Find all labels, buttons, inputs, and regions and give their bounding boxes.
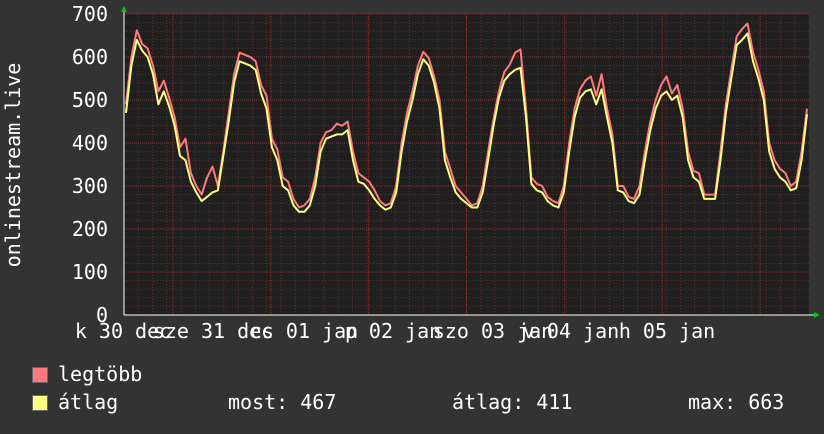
y-tick-label: 500 — [72, 88, 108, 112]
y-tick-label: 300 — [72, 174, 108, 198]
y-tick-label: 100 — [72, 260, 108, 284]
legend-swatch-avg — [32, 395, 48, 411]
stat-max: max: 663 — [688, 390, 785, 414]
y-tick-label: 600 — [72, 45, 108, 69]
stat-average: átlag: 411 — [452, 390, 573, 414]
x-axis-arrow-icon — [814, 312, 820, 318]
x-tick-label: v 04 jan — [523, 319, 619, 343]
stat-current: most: 467 — [228, 390, 337, 414]
legend-row-avg: átlag most: 467 átlag: 411 max: 663 — [32, 391, 802, 413]
y-axis-label: onlinestream.live — [1, 63, 25, 268]
x-tick-label: h 05 jan — [619, 319, 715, 343]
x-tick-label: cs 01 jan — [250, 319, 358, 343]
y-tick-labels: 0100200300400500600700 — [72, 2, 108, 327]
legend-label-max: legtöbb — [58, 362, 143, 386]
y-tick-label: 200 — [72, 217, 108, 241]
x-tick-labels: k 30 decsze 31 deccs 01 janp 02 janszo 0… — [75, 319, 715, 343]
x-tick-label: p 02 jan — [345, 319, 441, 343]
y-axis-arrow-icon — [121, 6, 127, 12]
y-tick-label: 700 — [72, 2, 108, 26]
legend-label-avg: átlag — [58, 390, 119, 414]
legend-swatch-max — [32, 367, 48, 383]
chart-stage: 0 100 200 300 400 500 600 700 k 30 dec sze 31 de… — [0, 0, 824, 430]
y-tick-label: 400 — [72, 131, 108, 155]
